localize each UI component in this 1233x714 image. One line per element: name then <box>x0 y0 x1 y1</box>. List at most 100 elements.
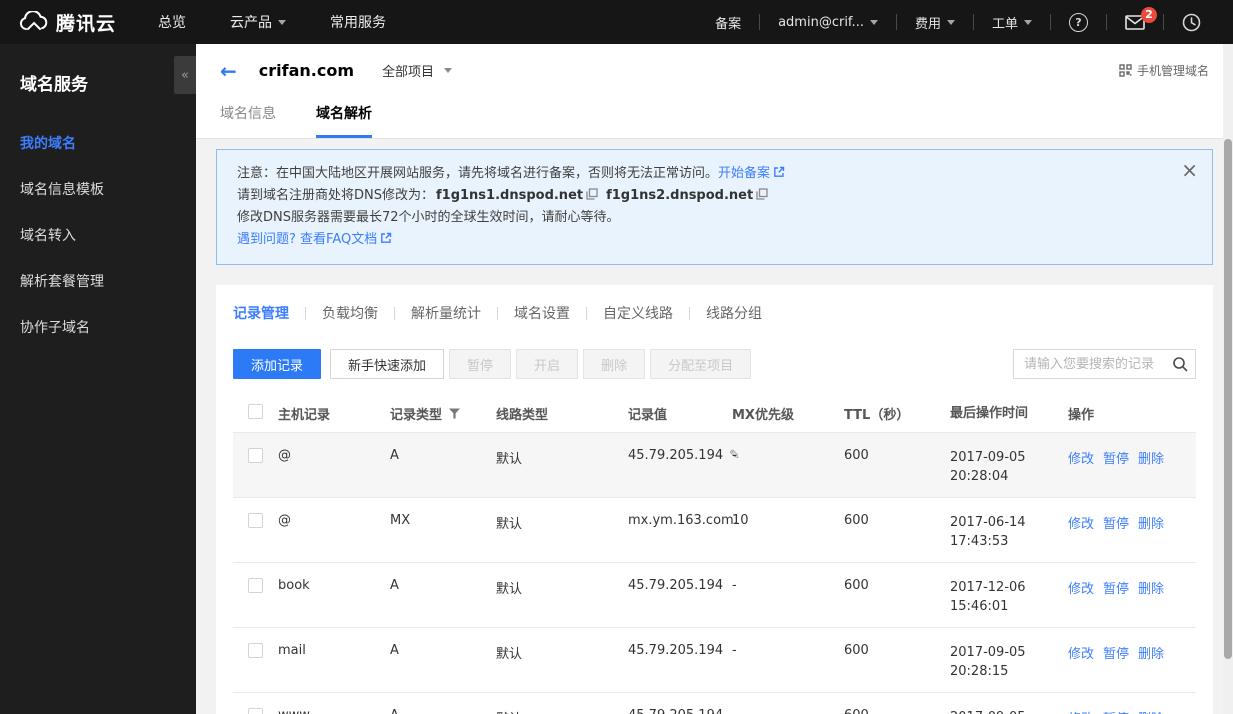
row-checkbox[interactable] <box>248 578 263 593</box>
tab-domain-info[interactable]: 域名信息 <box>220 103 276 138</box>
record-host: @ <box>278 448 291 463</box>
tab-custom-lines[interactable]: 自定义线路 <box>603 303 673 323</box>
row-checkbox[interactable] <box>248 448 263 463</box>
copy-icon[interactable] <box>756 188 768 200</box>
scrollbar-thumb[interactable] <box>1224 139 1232 659</box>
enable-button: 开启 <box>516 349 579 379</box>
brand-name: 腾讯云 <box>56 12 117 35</box>
content: 注意：在中国大陆地区开展网站服务，请先将域名进行备案，否则将无法正常访问。开始备… <box>196 139 1233 714</box>
history-button[interactable] <box>1164 13 1219 32</box>
record-line: 默认 <box>496 708 628 714</box>
record-updated-time: 2017-12-06 15:46:01 <box>950 580 1026 614</box>
nav-cloud-products[interactable]: 云产品 <box>230 12 287 32</box>
modify-record-link[interactable]: 修改 <box>1068 643 1094 662</box>
sidebar-item-domain-transfer-in[interactable]: 域名转入 <box>0 215 196 255</box>
record-mx-priority: - <box>732 448 737 463</box>
back-button[interactable]: ← <box>220 61 237 81</box>
chevron-down-icon <box>278 19 287 25</box>
filter-icon[interactable] <box>449 408 461 419</box>
close-icon[interactable]: × <box>1181 160 1198 180</box>
select-all-checkbox[interactable] <box>248 404 263 419</box>
row-checkbox[interactable] <box>248 513 263 528</box>
start-beian-link[interactable]: 开始备案 <box>718 166 770 181</box>
account-menu[interactable]: admin@crif... <box>760 15 896 30</box>
quick-add-button[interactable]: 新手快速添加 <box>330 349 445 379</box>
help-button[interactable]: ? <box>1051 12 1106 32</box>
delete-record-link[interactable]: 删除 <box>1138 708 1164 714</box>
sidebar-item-collaborative-subdomains[interactable]: 协作子域名 <box>0 307 196 347</box>
nav-beian[interactable]: 备案 <box>697 13 759 32</box>
pause-record-link[interactable]: 暂停 <box>1103 513 1129 532</box>
modify-record-link[interactable]: 修改 <box>1068 708 1094 714</box>
sidebar-item-dns-plan-management[interactable]: 解析套餐管理 <box>0 261 196 301</box>
delete-record-link[interactable]: 删除 <box>1138 448 1164 467</box>
pause-record-link[interactable]: 暂停 <box>1103 708 1129 714</box>
modify-record-link[interactable]: 修改 <box>1068 578 1094 597</box>
record-updated-time: 2017-09-05 20:28:04 <box>950 450 1026 484</box>
chevron-down-icon <box>444 68 453 73</box>
message-count-badge: 2 <box>1141 6 1157 23</box>
search-icon[interactable] <box>1172 356 1188 372</box>
pause-record-link[interactable]: 暂停 <box>1103 448 1129 467</box>
delete-record-link[interactable]: 删除 <box>1138 643 1164 662</box>
project-filter-dropdown[interactable]: 全部项目 <box>382 61 453 80</box>
divider <box>689 306 690 320</box>
delete-record-link[interactable]: 删除 <box>1138 513 1164 532</box>
nav-overview[interactable]: 总览 <box>158 12 186 32</box>
scrollbar-track <box>1223 44 1233 714</box>
delete-record-link[interactable]: 删除 <box>1138 578 1164 597</box>
record-value: 45.79.205.194 <box>628 448 724 463</box>
modify-record-link[interactable]: 修改 <box>1068 513 1094 532</box>
col-header-updated: 最后操作时间 <box>950 406 1029 421</box>
page-header: ← crifan.com 全部项目 手机管理域名 <box>196 44 1233 97</box>
record-host: www <box>278 708 390 714</box>
record-type: A <box>390 448 399 463</box>
sidebar-item-domain-info-template[interactable]: 域名信息模板 <box>0 169 196 209</box>
add-record-button[interactable]: 添加记录 <box>233 349 322 379</box>
tab-domain-resolution[interactable]: 域名解析 <box>316 103 372 138</box>
col-header-ttl: TTL（秒） <box>844 408 910 423</box>
chevron-down-icon <box>946 19 955 25</box>
sidebar-title: 域名服务 <box>20 75 88 95</box>
record-ttl: 600 <box>844 513 869 528</box>
tab-resolution-statistics[interactable]: 解析量统计 <box>411 303 481 323</box>
modify-record-link[interactable]: 修改 <box>1068 448 1094 467</box>
row-checkbox[interactable] <box>248 708 263 714</box>
domain-tab-bar: 域名信息 域名解析 <box>196 97 1233 139</box>
col-header-mx: MX优先级 <box>732 408 794 423</box>
top-nav: 腾讯云 总览 云产品 常用服务 备案 admin@crif... 费用 工单 ? <box>0 0 1233 44</box>
sidebar: 域名服务 « 我的域名 域名信息模板 域名转入 解析套餐管理 协作子域名 <box>0 44 196 714</box>
notice-line3: 修改DNS服务器需要最长72个小时的全球生效时间，请耐心等待。 <box>237 210 620 225</box>
tab-domain-settings[interactable]: 域名设置 <box>514 303 570 323</box>
record-value: 45.79.205.194 <box>628 708 723 714</box>
record-type: A <box>390 708 399 714</box>
record-mx-priority: 10 <box>732 513 749 528</box>
copy-icon[interactable] <box>586 188 598 200</box>
pause-record-link[interactable]: 暂停 <box>1103 578 1129 597</box>
faq-doc-link[interactable]: 查看FAQ文档 <box>300 232 377 247</box>
record-type: A <box>390 578 399 593</box>
messages-button[interactable]: 2 <box>1107 6 1163 30</box>
external-link-icon[interactable] <box>773 166 785 178</box>
record-mx-priority: - <box>732 578 737 593</box>
pause-record-link[interactable]: 暂停 <box>1103 643 1129 662</box>
sidebar-collapse-button[interactable]: « <box>174 56 196 94</box>
tab-line-groups[interactable]: 线路分组 <box>706 303 762 323</box>
sidebar-item-my-domains[interactable]: 我的域名 <box>0 123 196 163</box>
nav-tickets[interactable]: 工单 <box>974 13 1050 32</box>
chevron-down-icon <box>869 19 878 25</box>
col-header-host: 主机记录 <box>278 408 331 423</box>
tab-load-balancing[interactable]: 负载均衡 <box>322 303 378 323</box>
divider <box>305 306 306 320</box>
dns-server-1: f1g1ns1.dnspod.net <box>436 188 584 203</box>
tab-record-management[interactable]: 记录管理 <box>233 303 289 323</box>
mobile-manage-link[interactable]: 手机管理域名 <box>1119 62 1209 79</box>
record-search-input[interactable] <box>1013 349 1196 379</box>
external-link-icon[interactable] <box>380 232 392 244</box>
row-checkbox[interactable] <box>248 643 263 658</box>
tencent-cloud-logo[interactable]: 腾讯云 <box>0 9 142 36</box>
nav-billing[interactable]: 费用 <box>897 13 973 32</box>
nav-common-services[interactable]: 常用服务 <box>330 12 386 32</box>
divider <box>586 306 587 320</box>
record-line: 默认 <box>496 582 523 597</box>
